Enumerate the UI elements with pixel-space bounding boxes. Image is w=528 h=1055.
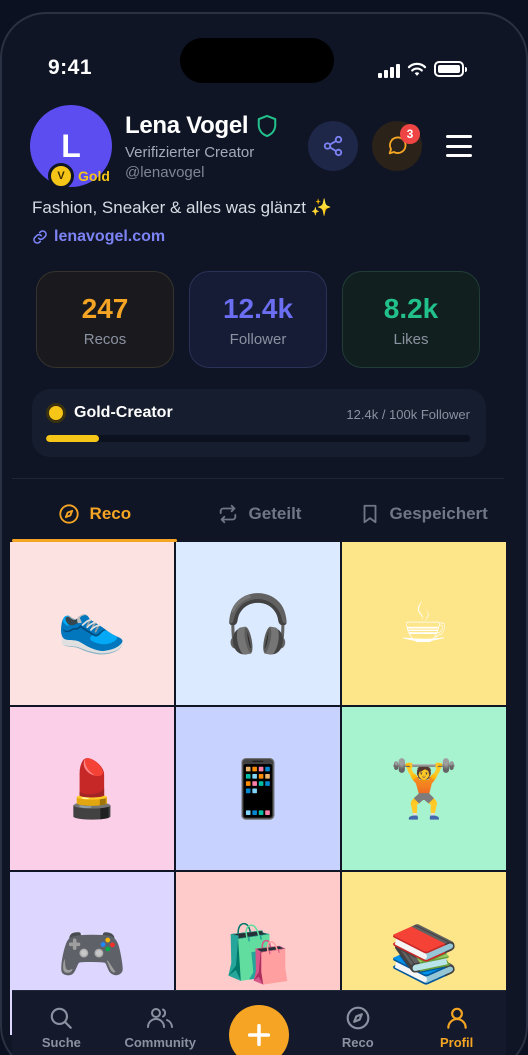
gold-coin-icon xyxy=(46,403,66,423)
stat-follower[interactable]: 12.4k Follower xyxy=(189,271,327,368)
profile-icon xyxy=(446,1007,467,1029)
link-icon xyxy=(33,230,47,244)
nav-reco[interactable]: Reco xyxy=(308,991,407,1055)
stat-value: 12.4k xyxy=(222,293,294,324)
profile-handle: @lenavogel xyxy=(125,164,205,181)
search-icon xyxy=(51,1007,73,1029)
nav-suche[interactable]: Suche xyxy=(12,991,111,1055)
share-icon xyxy=(323,135,343,157)
stat-label: Recos xyxy=(83,331,127,348)
progress-title: Gold-Creator xyxy=(74,404,173,421)
profile-bio: Fashion, Sneaker & alles was glänzt ✨ xyxy=(32,198,332,217)
progress-track xyxy=(46,435,470,442)
profile-link[interactable]: lenavogel.com xyxy=(32,228,165,246)
nav-label: Profil xyxy=(439,1035,474,1050)
creator-progress-card: Gold-Creator 12.4k / 100k Follower xyxy=(32,389,486,457)
reco-tile-phone[interactable]: 📱 xyxy=(176,707,340,870)
stat-label: Likes xyxy=(393,331,429,348)
menu-line xyxy=(446,144,472,148)
stat-likes[interactable]: 8.2k Likes xyxy=(342,271,480,368)
profile-name-row: Lena Vogel xyxy=(125,112,278,140)
battery-icon xyxy=(434,61,467,77)
share-button[interactable] xyxy=(308,121,358,171)
plus-icon xyxy=(247,1023,271,1047)
menu-line xyxy=(446,154,472,157)
progress-count: 12.4k / 100k Follower xyxy=(346,407,470,422)
section-divider xyxy=(12,478,504,479)
status-bar: 9:41 xyxy=(2,14,526,114)
nav-community[interactable]: Community xyxy=(111,991,210,1055)
content-tabs: Reco Geteilt Gespeichert xyxy=(12,488,506,542)
nav-profil[interactable]: Profil xyxy=(407,991,506,1055)
nav-create-wrapper xyxy=(210,991,309,1055)
profile-link-text[interactable]: lenavogel.com xyxy=(54,228,165,246)
reco-tile-headphones[interactable]: 🎧 xyxy=(176,542,340,705)
create-reco-button[interactable] xyxy=(228,1005,289,1055)
gold-tier-badge: V Gold xyxy=(48,163,110,189)
profile-subtitle: Verifizierter Creator xyxy=(125,144,255,161)
community-icon xyxy=(147,1008,174,1028)
nav-label: Community xyxy=(124,1035,196,1050)
repost-icon xyxy=(219,504,236,524)
stat-label: Follower xyxy=(229,331,287,348)
tier-label: Gold xyxy=(78,168,110,184)
reco-tile-weightlifting[interactable]: 🏋️ xyxy=(342,707,506,870)
menu-button[interactable] xyxy=(446,135,472,157)
wifi-icon xyxy=(407,62,427,76)
compass-icon xyxy=(58,504,79,524)
cellular-signal-icon xyxy=(378,62,400,78)
messages-button[interactable]: 3 xyxy=(372,121,422,171)
reco-grid: 👟 🎧 ☕ 💄 📱 🏋️ 🎮 🛍️ 📚 xyxy=(10,542,506,1035)
tab-gespeichert[interactable]: Gespeichert xyxy=(341,488,506,540)
stat-value: 247 xyxy=(81,293,129,324)
stat-recos[interactable]: 247 Recos xyxy=(36,271,174,368)
dynamic-island xyxy=(180,38,334,83)
reco-tile-sneaker[interactable]: 👟 xyxy=(10,542,174,705)
reco-tile-coffee[interactable]: ☕ xyxy=(342,542,506,705)
compass-icon xyxy=(346,1006,370,1030)
bookmark-icon xyxy=(363,504,376,524)
reco-tile-lipstick[interactable]: 💄 xyxy=(10,707,174,870)
progress-title-row: Gold-Creator xyxy=(46,403,173,423)
nav-label: Suche xyxy=(41,1035,81,1050)
status-time: 9:41 xyxy=(48,56,93,79)
tab-label: Geteilt xyxy=(248,504,302,523)
verified-shield-icon xyxy=(257,114,277,138)
tab-reco[interactable]: Reco xyxy=(12,488,177,542)
tab-geteilt[interactable]: Geteilt xyxy=(177,488,342,540)
menu-line xyxy=(446,135,472,138)
profile-name: Lena Vogel xyxy=(125,112,249,139)
nav-label: Reco xyxy=(341,1035,374,1050)
progress-fill xyxy=(46,435,99,442)
tab-label: Reco xyxy=(89,504,132,523)
stat-value: 8.2k xyxy=(383,293,439,324)
phone-frame: 9:41 L V Gold Lena Vogel Verifizierter C… xyxy=(0,12,528,1055)
bottom-navigation: Suche Community Reco Profil xyxy=(12,990,506,1055)
notification-count-badge: 3 xyxy=(400,124,420,144)
gold-coin-icon: V xyxy=(48,163,74,189)
tab-label: Gespeichert xyxy=(389,504,488,523)
